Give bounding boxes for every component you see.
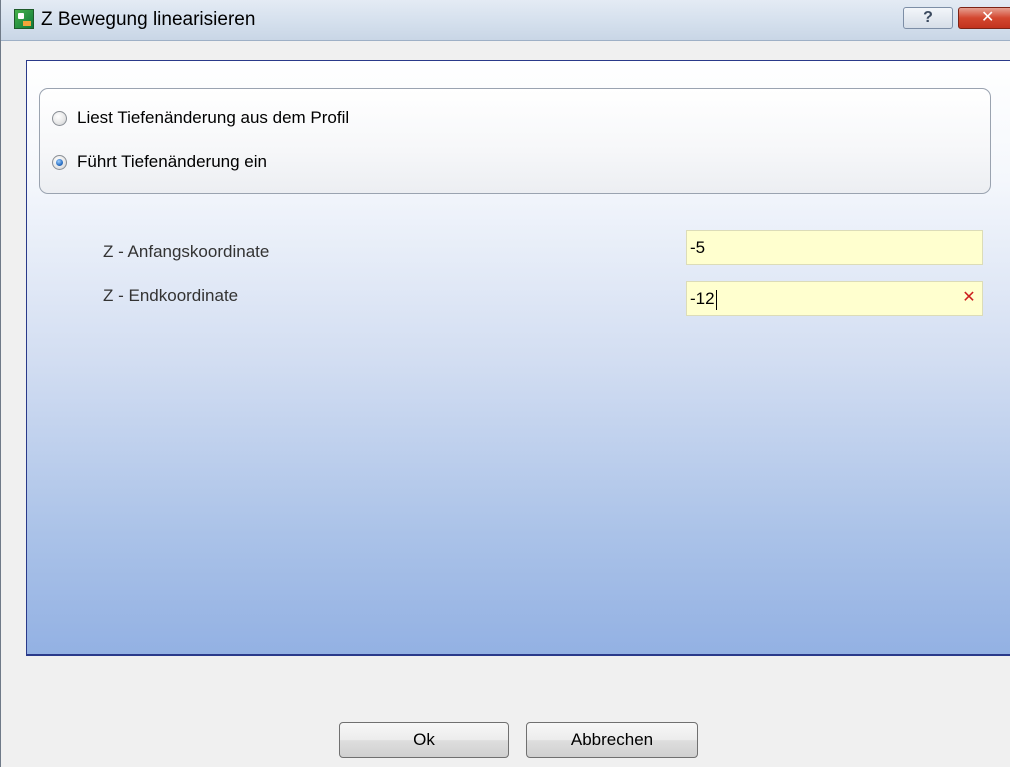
title-bar[interactable]: Z Bewegung linearisieren ? ✕ xyxy=(1,0,1010,41)
text-caret xyxy=(715,289,717,310)
settings-panel: Liest Tiefenänderung aus dem Profil Führ… xyxy=(26,60,1010,656)
radio-unchecked-icon[interactable] xyxy=(52,110,67,126)
app-icon xyxy=(14,9,34,29)
radio-checked-icon[interactable] xyxy=(52,154,67,170)
help-button[interactable]: ? xyxy=(903,7,953,29)
window-title: Z Bewegung linearisieren xyxy=(41,9,256,30)
start-coordinate-input[interactable]: -5 xyxy=(686,230,983,265)
end-coordinate-label: Z - Endkoordinate xyxy=(103,286,239,305)
radio-label-enter-change: Führt Tiefenänderung ein xyxy=(77,152,267,171)
dialog-window: Z Bewegung linearisieren ? ✕ Liest Tiefe… xyxy=(0,0,1010,767)
clear-icon[interactable]: ✕ xyxy=(962,290,976,306)
end-coordinate-input[interactable]: -12 ✕ xyxy=(686,281,983,316)
radio-option-read-profile[interactable]: Liest Tiefenänderung aus dem Profil xyxy=(52,106,349,130)
depth-mode-group: Liest Tiefenänderung aus dem Profil Führ… xyxy=(39,88,991,194)
end-coordinate-value: -12 xyxy=(690,289,715,308)
radio-label-read-profile: Liest Tiefenänderung aus dem Profil xyxy=(77,108,350,127)
start-coordinate-value: -5 xyxy=(690,238,706,257)
radio-option-enter-change[interactable]: Führt Tiefenänderung ein xyxy=(52,150,267,174)
ok-button[interactable]: Ok xyxy=(339,722,509,758)
close-button[interactable]: ✕ xyxy=(958,7,1010,29)
start-coordinate-label: Z - Anfangskoordinate xyxy=(103,242,270,261)
cancel-button[interactable]: Abbrechen xyxy=(526,722,698,758)
